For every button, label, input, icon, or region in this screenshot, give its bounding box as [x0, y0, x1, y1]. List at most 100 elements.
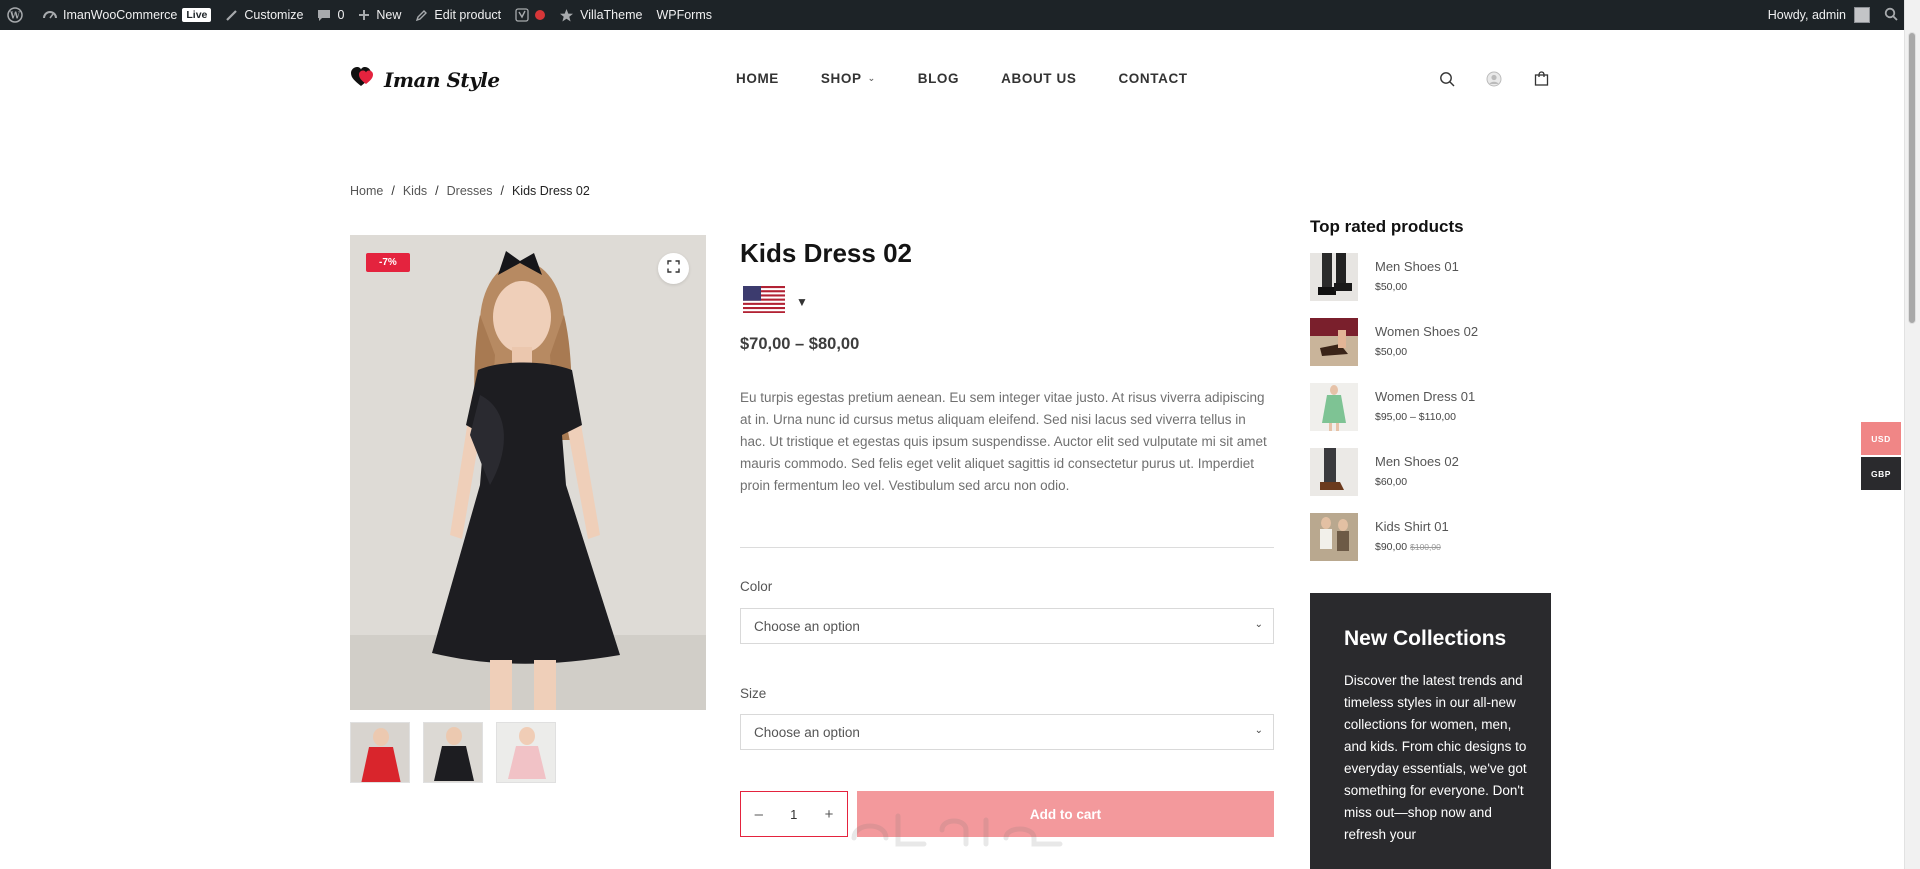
product-thumbnail[interactable]	[1310, 318, 1358, 366]
account-menu[interactable]: Howdy, admin	[1761, 0, 1877, 30]
size-select-value: Choose an option	[754, 724, 860, 740]
quantity-decrease-button[interactable]: –	[755, 806, 763, 823]
wpforms-menu[interactable]: WPForms	[649, 0, 719, 30]
search-icon	[1884, 7, 1898, 24]
site-name: ImanWooCommerce	[63, 8, 178, 22]
customize-link[interactable]: Customize	[218, 0, 310, 30]
edit-product-label: Edit product	[434, 8, 502, 22]
product-name[interactable]: Women Dress 01	[1375, 389, 1475, 404]
nav-shop[interactable]: SHOP ⌄	[821, 71, 876, 86]
women-dress-photo	[1310, 383, 1358, 431]
wordpress-logo-menu[interactable]: W	[0, 0, 36, 30]
quantity-input[interactable]: 1	[790, 807, 797, 822]
product-price: $70,00 – $80,00	[740, 335, 860, 353]
top-rated-title: Top rated products	[1310, 217, 1464, 236]
product-name[interactable]: Men Shoes 01	[1375, 259, 1459, 274]
new-collections-banner: New Collections Discover the latest tren…	[1310, 593, 1551, 869]
summary-divider	[740, 547, 1274, 548]
breadcrumb: Home / Kids / Dresses / Kids Dress 02	[350, 184, 590, 198]
nav-blog-label: BLOG	[917, 71, 960, 86]
product-name[interactable]: Men Shoes 02	[1375, 454, 1459, 469]
nav-shop-label: SHOP	[820, 71, 862, 86]
product-thumbnail[interactable]	[1310, 253, 1358, 301]
price-value: $90,00	[1375, 541, 1408, 553]
page-scrollbar[interactable]	[1904, 0, 1920, 869]
logo-text: Iman Style	[384, 67, 500, 92]
header-cart-button[interactable]	[1532, 71, 1550, 91]
breadcrumb-dresses[interactable]: Dresses	[447, 184, 493, 198]
user-avatar-icon	[1486, 71, 1502, 92]
site-logo[interactable]: Iman Style	[350, 66, 500, 93]
breadcrumb-home[interactable]: Home	[350, 184, 383, 198]
wordpress-logo-icon: W	[7, 7, 23, 23]
chevron-down-icon: ⌄	[867, 73, 876, 83]
girl-black-dress-photo	[350, 235, 706, 710]
nav-blog[interactable]: BLOG	[918, 71, 959, 86]
product-name[interactable]: Kids Shirt 01	[1375, 519, 1449, 534]
add-to-cart-button[interactable]: Add to cart	[857, 791, 1274, 837]
nav-home[interactable]: HOME	[736, 71, 779, 86]
price-value: $95,00 – $110,00	[1375, 411, 1456, 423]
thumbnail-black-dress[interactable]	[423, 722, 483, 783]
product-price: $90,00 $100,00	[1375, 541, 1441, 553]
howdy-greeting: Howdy, admin	[1767, 8, 1846, 22]
admin-search-toggle[interactable]	[1877, 0, 1905, 30]
comments-link[interactable]: 0	[310, 0, 351, 30]
customize-label: Customize	[244, 8, 304, 22]
product-thumbnail[interactable]	[1310, 513, 1358, 561]
admin-avatar	[1854, 7, 1870, 23]
zoom-expand-button[interactable]	[658, 253, 689, 284]
women-shoes-photo	[1310, 318, 1358, 366]
brush-icon	[225, 9, 238, 22]
shopping-bag-icon	[1534, 71, 1549, 91]
nav-about-us[interactable]: ABOUT US	[1001, 71, 1076, 86]
pink-dress-photo	[497, 723, 555, 782]
breadcrumb-separator: /	[500, 184, 504, 198]
promo-title: New Collections	[1344, 627, 1507, 650]
header-account-button[interactable]	[1485, 71, 1503, 92]
wpforms-label: WPForms	[656, 8, 713, 22]
color-select-value: Choose an option	[754, 618, 860, 634]
thumbnail-red-dress[interactable]	[350, 722, 410, 783]
nav-home-label: HOME	[736, 71, 779, 86]
us-flag-icon	[743, 286, 785, 318]
edit-product-link[interactable]: Edit product	[408, 0, 508, 30]
new-label: New	[376, 8, 402, 22]
expand-icon	[667, 259, 680, 278]
new-content-link[interactable]: New	[351, 0, 408, 30]
color-select[interactable]: Choose an option ⌄	[740, 608, 1274, 644]
scrollbar-thumb[interactable]	[1908, 32, 1916, 324]
men-shoes-photo	[1310, 253, 1358, 301]
breadcrumb-separator: /	[391, 184, 395, 198]
product-thumbnails	[350, 722, 569, 783]
product-name[interactable]: Women Shoes 02	[1375, 324, 1478, 339]
nav-contact[interactable]: CONTACT	[1118, 71, 1187, 86]
currency-gbp-button[interactable]: GBP	[1861, 457, 1901, 490]
seo-status-dot	[535, 10, 546, 20]
live-badge: Live	[182, 8, 212, 22]
product-thumbnail[interactable]	[1310, 448, 1358, 496]
star-icon	[559, 8, 574, 23]
comments-count: 0	[337, 8, 345, 22]
currency-usd-button[interactable]: USD	[1861, 422, 1901, 455]
product-thumbnail[interactable]	[1310, 383, 1358, 431]
header-search-button[interactable]	[1438, 71, 1456, 90]
villatheme-menu[interactable]: VillaTheme	[552, 0, 649, 30]
product-main-image[interactable]: -7%	[350, 235, 706, 710]
yoast-icon	[515, 8, 529, 22]
yoast-seo-menu[interactable]	[508, 0, 552, 30]
quantity-increase-button[interactable]: +	[825, 806, 834, 823]
product-price: $50,00	[1375, 346, 1407, 358]
currency-flag-dropdown[interactable]: ▼	[743, 286, 808, 318]
thumbnail-pink-dress[interactable]	[496, 722, 556, 783]
heart-logo-icon	[350, 66, 378, 93]
currency-usd-label: USD	[1871, 433, 1891, 444]
breadcrumb-current: Kids Dress 02	[511, 184, 590, 198]
currency-gbp-label: GBP	[1871, 468, 1891, 479]
quantity-stepper: – 1 +	[740, 791, 848, 837]
size-select[interactable]: Choose an option ⌄	[740, 714, 1274, 750]
sale-badge: -7%	[366, 253, 410, 272]
villatheme-label: VillaTheme	[580, 8, 643, 22]
breadcrumb-kids[interactable]: Kids	[403, 184, 427, 198]
site-name-menu[interactable]: ImanWooCommerce Live	[36, 0, 218, 30]
